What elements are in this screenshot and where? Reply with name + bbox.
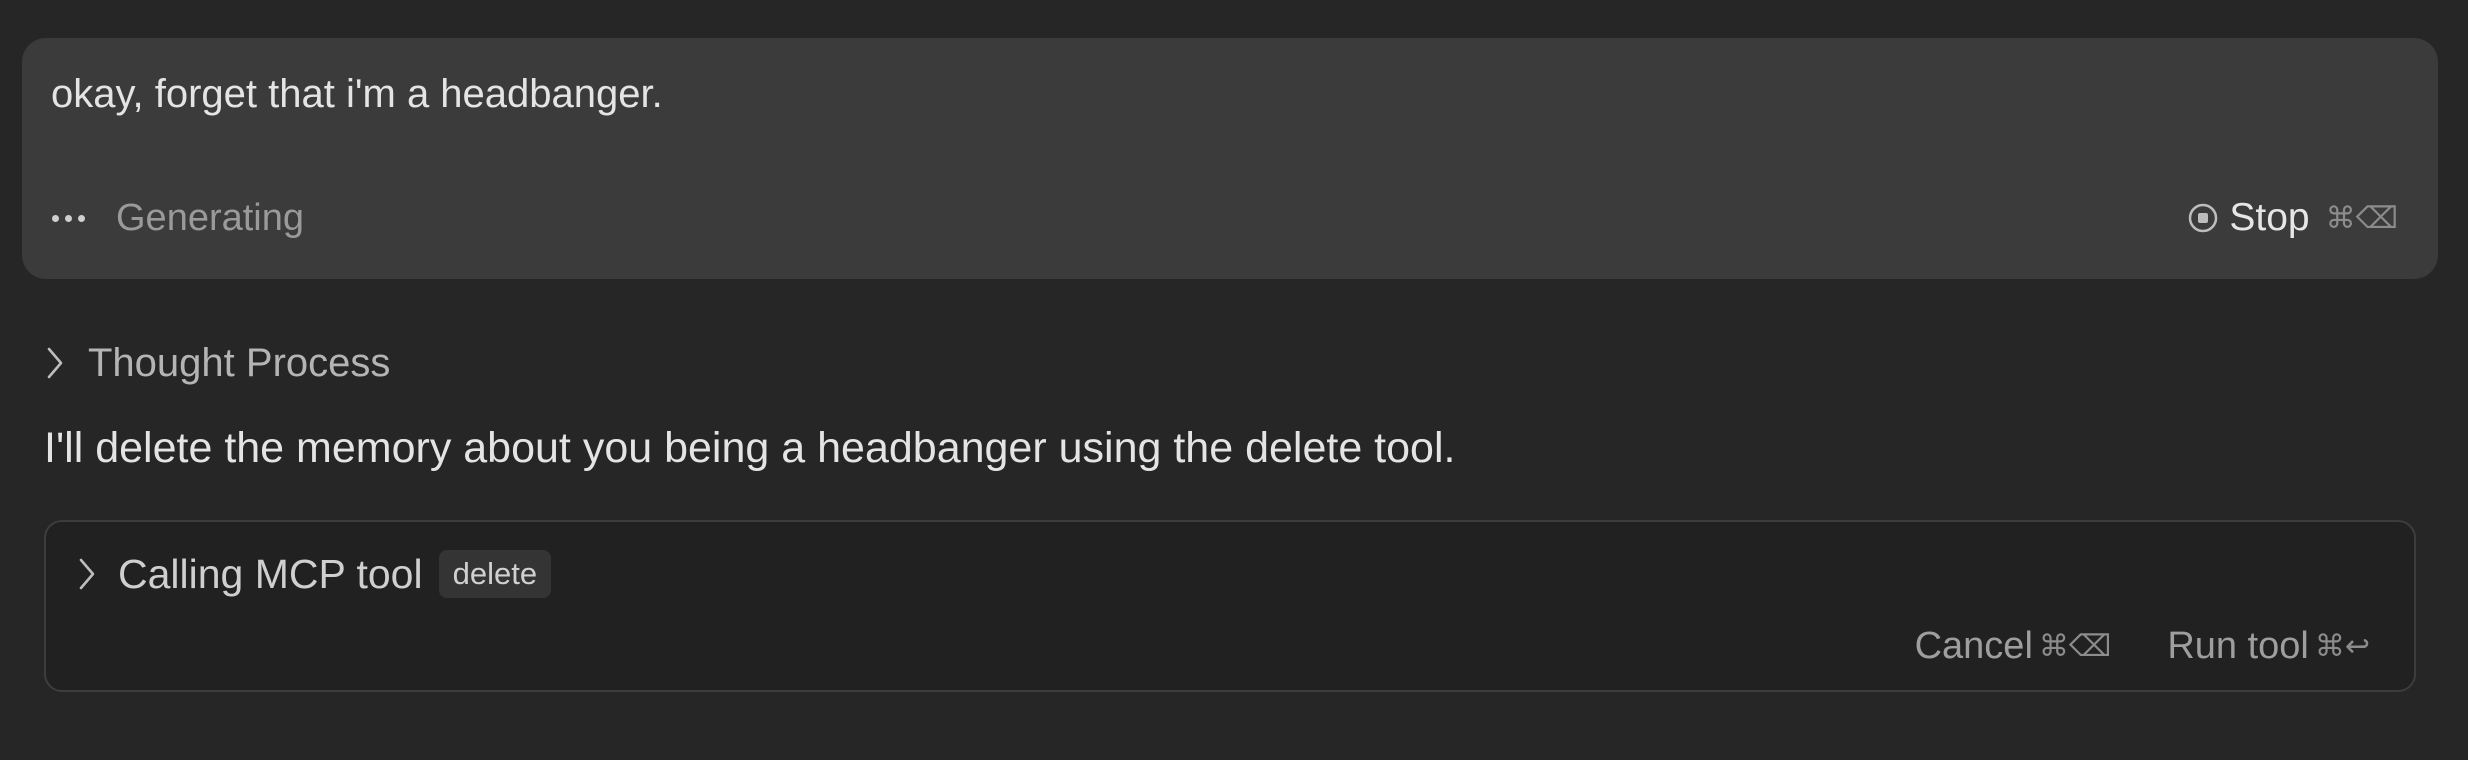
chevron-right-icon [44,345,66,381]
user-message-text: okay, forget that i'm a headbanger. [51,72,663,116]
thought-process-label: Thought Process [88,340,391,385]
chevron-right-icon [76,556,98,592]
cancel-button[interactable]: Cancel ⌘⌫ [1915,625,2112,668]
generating-status: Generating [116,196,305,239]
run-tool-button-label: Run tool [2167,624,2309,667]
stop-circle-icon [2187,202,2219,234]
tool-call-card: Calling MCP tool delete Cancel ⌘⌫ Run to… [44,520,2416,692]
chat-panel: okay, forget that i'm a headbanger. Gene… [0,0,2468,760]
run-tool-button[interactable]: Run tool ⌘↩ [2167,625,2370,668]
thought-process-toggle[interactable]: Thought Process [44,335,390,391]
stop-button-label: Stop [2229,196,2310,239]
run-tool-shortcut: ⌘↩ [2314,628,2370,664]
tool-call-toggle[interactable]: Calling MCP tool delete [76,546,552,602]
tool-call-title: Calling MCP tool [118,550,423,597]
stop-button[interactable]: Stop ⌘⌫ [2187,196,2398,240]
tool-name-badge: delete [438,550,552,598]
tool-call-actions: Cancel ⌘⌫ Run tool ⌘↩ [1915,618,2370,674]
ellipsis-icon [52,214,94,222]
user-message-box: okay, forget that i'm a headbanger. Gene… [22,38,2438,279]
assistant-message-text: I'll delete the memory about you being a… [44,424,1456,472]
cancel-shortcut: ⌘⌫ [2038,628,2112,664]
cancel-button-label: Cancel [1914,624,2033,667]
generation-status-row: Generating Stop ⌘⌫ [48,190,2412,246]
stop-shortcut: ⌘⌫ [2325,200,2398,236]
